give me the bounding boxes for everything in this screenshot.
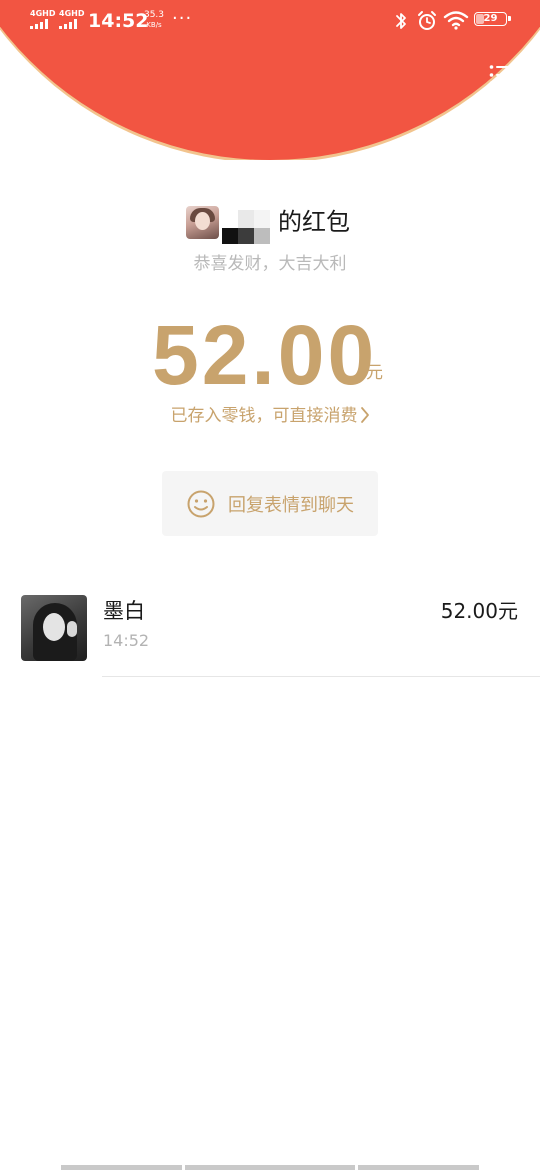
reply-sticker-button[interactable]: 回复表情到聊天 xyxy=(162,471,378,536)
name-redaction-mosaic xyxy=(222,210,270,244)
received-amount: 52.00 xyxy=(152,308,378,402)
status-bar: 4GHD 4GHD 14:52 35.3 KB/s ··· 29 xyxy=(0,0,540,42)
sender-row: 的红包 xyxy=(0,203,540,244)
sender-name-suffix: 的红包 xyxy=(278,208,350,236)
signal-icon: 4GHD xyxy=(30,10,55,29)
reply-button-label: 回复表情到聊天 xyxy=(228,494,354,516)
bluetooth-icon xyxy=(396,13,406,29)
net-speed: 35.3 KB/s xyxy=(142,10,166,30)
net-speed-value: 35.3 xyxy=(143,10,165,20)
chevron-left-icon xyxy=(16,62,30,88)
blessing-text: 恭喜发财，大吉大利 xyxy=(193,254,347,274)
chevron-right-icon xyxy=(360,407,369,423)
sim1-label: 4GHD xyxy=(30,9,56,18)
status-time: 14:52 xyxy=(88,10,149,32)
gesture-bar-left xyxy=(61,1165,182,1170)
sim2-label: 4GHD xyxy=(59,9,85,18)
wifi-icon xyxy=(443,11,469,30)
receiver-name: 墨白 xyxy=(103,599,145,623)
receiver-avatar[interactable] xyxy=(21,595,87,661)
divider xyxy=(102,676,540,677)
net-speed-unit: KB/s xyxy=(146,21,162,29)
gesture-bar-right xyxy=(358,1165,479,1170)
menu-button[interactable] xyxy=(486,60,520,90)
change-wallet-link[interactable]: 已存入零钱，可直接消费 xyxy=(0,404,540,428)
receiver-amount: 52.00元 xyxy=(440,599,518,623)
change-link-label: 已存入零钱，可直接消费 xyxy=(170,406,358,426)
sender-avatar[interactable] xyxy=(186,206,219,239)
more-notifications-icon: ··· xyxy=(172,8,193,29)
alarm-icon xyxy=(418,11,436,30)
amount-row: 52.00 元 xyxy=(0,303,540,403)
gesture-bar-center xyxy=(185,1165,355,1170)
back-button[interactable] xyxy=(8,58,38,92)
receiver-time: 14:52 xyxy=(103,631,150,650)
signal-icon-2: 4GHD xyxy=(59,10,84,29)
smiley-icon xyxy=(187,490,215,517)
battery-icon: 29 xyxy=(474,12,511,26)
amount-unit: 元 xyxy=(366,363,383,383)
battery-level: 29 xyxy=(483,13,498,24)
list-menu-icon xyxy=(489,65,517,85)
